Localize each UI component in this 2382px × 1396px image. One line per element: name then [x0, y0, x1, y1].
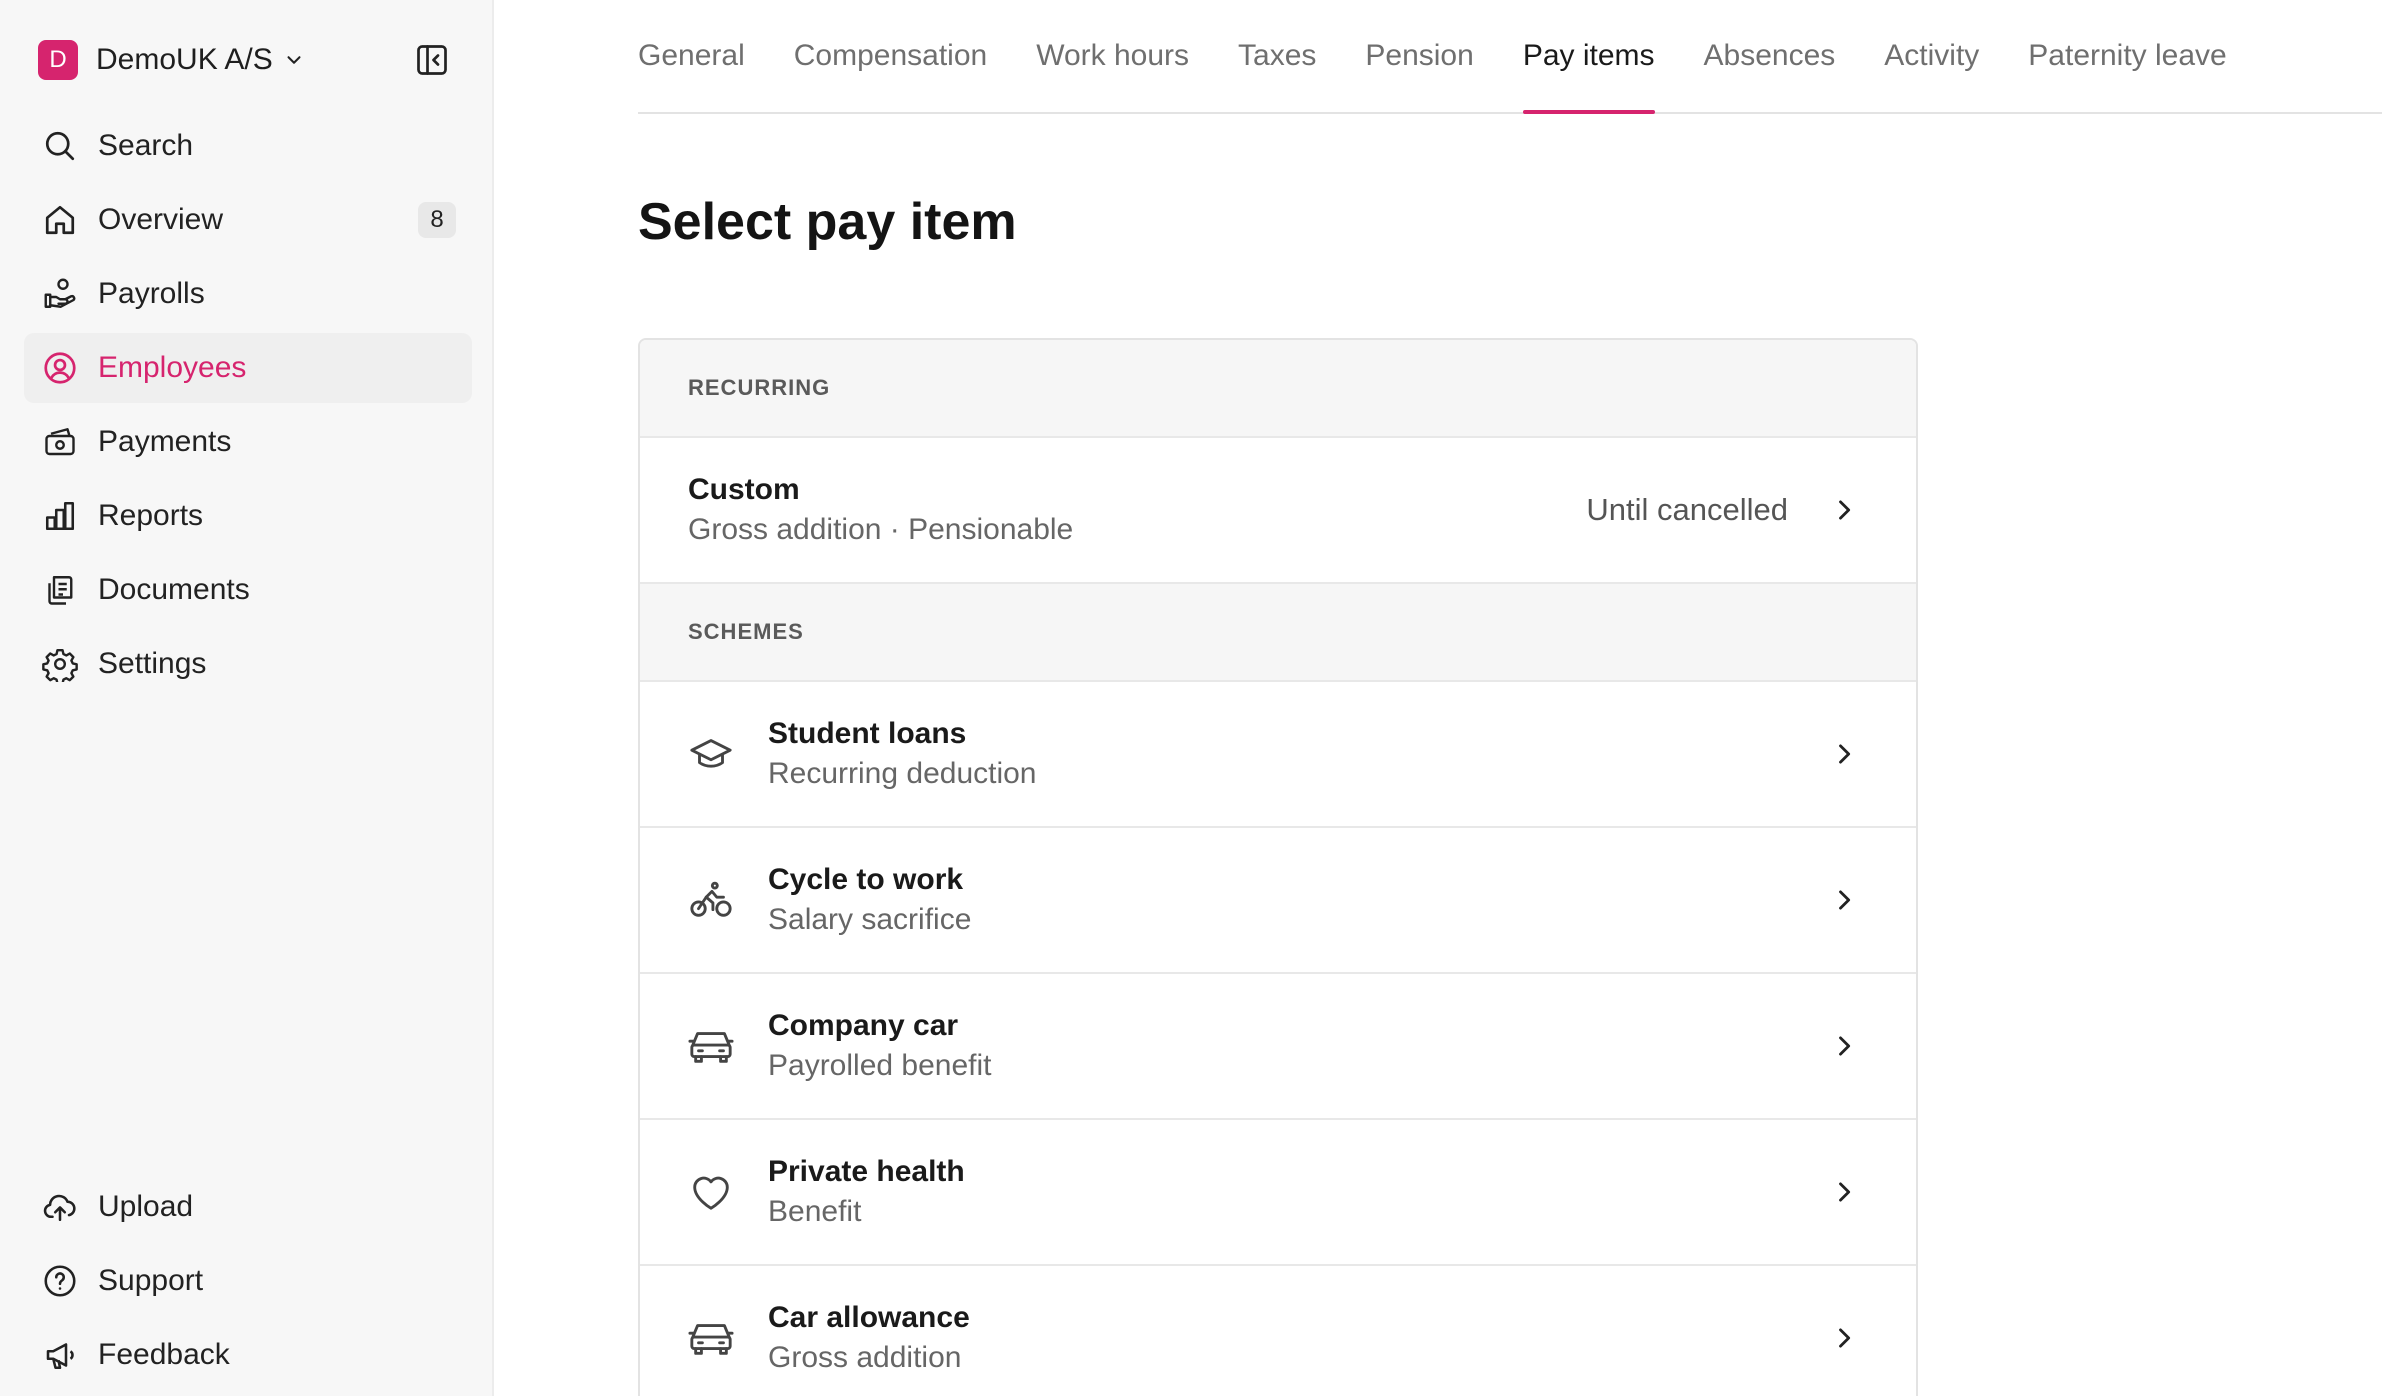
sidebar-item-label: Payrolls: [98, 277, 205, 310]
pay-item-student-loans[interactable]: Student loans Recurring deduction: [640, 682, 1916, 828]
pay-item-company-car[interactable]: Company car Payrolled benefit: [640, 974, 1916, 1120]
pay-item-subtitle: Salary sacrifice: [768, 903, 972, 936]
pay-item-subtitle: Gross addition: [768, 1341, 962, 1374]
pay-item-title: Student loans: [768, 717, 967, 750]
section-heading-schemes: SCHEMES: [640, 584, 1916, 682]
tab-taxes[interactable]: Taxes: [1238, 0, 1316, 112]
section-heading-recurring: RECURRING: [640, 340, 1916, 438]
tab-compensation[interactable]: Compensation: [794, 0, 987, 112]
pay-item-title: Cycle to work: [768, 863, 964, 896]
main-nav: Search Overview 8 Payrolls Employees Pay…: [24, 111, 472, 703]
sidebar-item-label: Documents: [98, 573, 250, 606]
sidebar-collapse-icon[interactable]: [414, 42, 450, 78]
sidebar-item-search[interactable]: Search: [24, 111, 472, 181]
pay-item-title: Car allowance: [768, 1301, 970, 1334]
pay-item-private-health[interactable]: Private health Benefit: [640, 1120, 1916, 1266]
sidebar-item-reports[interactable]: Reports: [24, 481, 472, 551]
sidebar-item-payments[interactable]: Payments: [24, 407, 472, 477]
page-title: Select pay item: [638, 193, 1017, 251]
tab-pay-items[interactable]: Pay items: [1522, 0, 1655, 114]
gear-icon: [42, 649, 78, 682]
tab-work-hours[interactable]: Work hours: [1036, 0, 1189, 112]
chevron-right-icon: [1839, 744, 1851, 764]
sidebar-item-label: Settings: [98, 647, 207, 680]
pay-item-subtitle: Benefit: [768, 1195, 862, 1228]
tab-activity[interactable]: Activity: [1884, 0, 1979, 112]
graduation-cap-icon: [690, 739, 732, 768]
sidebar-item-overview[interactable]: Overview 8: [24, 185, 472, 255]
pay-item-subtitle: Gross addition · Pensionable: [688, 513, 1074, 546]
sidebar-item-support[interactable]: Support: [24, 1246, 472, 1316]
help-circle-icon: [44, 1265, 76, 1297]
car-icon: [688, 1032, 734, 1063]
notification-count-badge: 8: [418, 202, 456, 238]
secondary-nav: Upload Support Feedback: [24, 1172, 472, 1394]
sidebar-item-feedback[interactable]: Feedback: [24, 1320, 472, 1390]
user-circle-icon: [44, 352, 76, 384]
cyclist-icon: [690, 881, 732, 917]
sidebar-item-label: Overview: [98, 203, 224, 236]
cloud-upload-icon: [43, 1194, 76, 1222]
pay-item-car-allowance[interactable]: Car allowance Gross addition: [640, 1266, 1916, 1396]
tab-paternity-leave[interactable]: Paternity leave: [2028, 0, 2226, 112]
car-icon: [688, 1324, 734, 1355]
chevron-right-icon: [1839, 890, 1851, 910]
sidebar-item-label: Employees: [98, 351, 247, 384]
pay-item-title: Company car: [768, 1009, 959, 1042]
pay-item-cycle-to-work[interactable]: Cycle to work Salary sacrifice: [640, 828, 1916, 974]
pay-item-custom[interactable]: Custom Gross addition · Pensionable Unti…: [640, 438, 1916, 584]
sidebar-item-documents[interactable]: Documents: [24, 555, 472, 625]
chevron-right-icon: [1839, 1036, 1851, 1056]
payroll-icon: [44, 278, 76, 308]
tab-general[interactable]: General: [638, 0, 745, 112]
megaphone-icon: [46, 1343, 74, 1370]
sidebar-item-employees[interactable]: Employees: [24, 333, 472, 403]
home-icon: [45, 205, 75, 235]
pay-item-subtitle: Payrolled benefit: [768, 1049, 992, 1082]
org-avatar: D: [38, 40, 78, 80]
pay-item-title: Private health: [768, 1155, 965, 1188]
tab-absences[interactable]: Absences: [1704, 0, 1836, 112]
sidebar-item-label: Upload: [98, 1190, 194, 1223]
sidebar-item-label: Payments: [98, 425, 232, 458]
chevron-right-icon: [1839, 1328, 1851, 1348]
sidebar-item-label: Support: [98, 1264, 204, 1297]
tab-pension[interactable]: Pension: [1365, 0, 1473, 112]
sidebar-item-upload[interactable]: Upload: [24, 1172, 472, 1242]
sidebar-item-settings[interactable]: Settings: [24, 629, 472, 699]
sidebar-item-label: Reports: [98, 499, 204, 532]
heart-icon: [693, 1176, 729, 1210]
documents-icon: [48, 576, 73, 605]
chevron-right-icon: [1839, 1182, 1851, 1202]
pay-item-title: Custom: [688, 473, 800, 506]
org-switcher[interactable]: D DemoUK A/S: [38, 40, 305, 80]
search-icon: [45, 131, 75, 161]
chevron-down-icon: [287, 56, 301, 64]
chevron-right-icon: [1839, 500, 1851, 520]
org-name: DemoUK A/S: [96, 43, 273, 76]
employee-tabs: General Compensation Work hours Taxes Pe…: [638, 0, 2382, 114]
pay-item-subtitle: Recurring deduction: [768, 757, 1037, 790]
sidebar-item-payrolls[interactable]: Payrolls: [24, 259, 472, 329]
sidebar-item-label: Search: [98, 129, 194, 162]
pay-item-list: RECURRING Custom Gross addition · Pensio…: [638, 338, 1918, 1396]
sidebar-item-label: Feedback: [98, 1338, 230, 1371]
bar-chart-icon: [45, 501, 75, 531]
pay-item-duration: Until cancelled: [1586, 492, 1788, 527]
sidebar: D DemoUK A/S Search Overview 8 Payrolls …: [0, 0, 494, 1396]
payments-icon: [45, 428, 75, 456]
